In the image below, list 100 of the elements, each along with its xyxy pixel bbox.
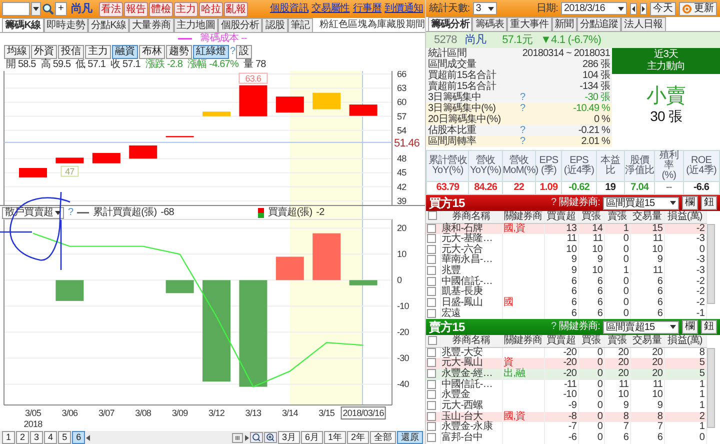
tool-button[interactable]: 投信 — [58, 45, 84, 59]
action-button[interactable]: 報告 — [124, 2, 148, 16]
nav-link[interactable]: 交易屬性 — [311, 3, 350, 15]
stock-name: 尚凡 — [464, 34, 486, 46]
column-header: ROE (近4季) — [683, 150, 720, 182]
checkbox[interactable] — [428, 336, 438, 345]
prev-arrow-icon[interactable] — [630, 2, 637, 14]
right-arrow-icon[interactable] — [244, 434, 249, 440]
tool-button[interactable]: 外資 — [31, 45, 57, 59]
tool-button[interactable]: 融資 — [112, 45, 138, 59]
tool-button[interactable]: 布林 — [139, 45, 165, 59]
range-button[interactable]: 1年 — [324, 431, 346, 444]
page-button[interactable]: 3 — [30, 431, 44, 444]
tab[interactable]: 大量券商 — [129, 18, 174, 32]
nav-link[interactable]: 到價通知 — [384, 3, 423, 15]
refresh-button[interactable]: 更新 — [679, 2, 717, 16]
scrollbar[interactable] — [706, 348, 714, 428]
legend-value: -68 — [160, 206, 174, 218]
checkbox[interactable] — [427, 234, 436, 244]
table-cell: 13 — [544, 223, 578, 234]
checkbox[interactable] — [427, 298, 436, 307]
toolbar-button[interactable]: 鈕 — [701, 196, 717, 210]
tab[interactable]: 新聞 — [552, 17, 577, 31]
tool-button[interactable]: 紅綠燈 — [193, 45, 229, 59]
table-cell: -20 — [544, 369, 578, 380]
range-button[interactable]: 6月 — [300, 431, 323, 444]
tool-button[interactable]: 主力 — [85, 45, 111, 59]
dropdown-button[interactable] — [31, 2, 41, 16]
tool-button[interactable]: 均線 — [4, 45, 30, 59]
tab[interactable]: 分點K線 — [88, 18, 130, 32]
range-button[interactable]: 3月 — [278, 431, 300, 444]
checkbox[interactable] — [427, 380, 436, 389]
tab[interactable]: 重大事件 — [507, 17, 552, 31]
tab[interactable]: 筆記 — [288, 18, 313, 32]
table-cell: 10 — [544, 244, 578, 256]
help-icon[interactable]: ? — [551, 197, 556, 209]
filter-dropdown[interactable]: 區間買超15 — [603, 196, 679, 210]
checkbox[interactable] — [427, 276, 436, 286]
table-cell: 0 — [578, 412, 604, 422]
page-button[interactable]: 1 — [2, 431, 16, 444]
add-button[interactable]: + — [55, 2, 67, 16]
tool-button[interactable]: 趨勢 — [166, 45, 192, 59]
checkbox[interactable] — [427, 412, 436, 421]
axis-tick-label: 60 — [397, 97, 406, 108]
action-button[interactable]: 主力 — [174, 2, 198, 16]
checkbox[interactable] — [427, 244, 436, 254]
stat-label: 買超前15名合計 — [428, 70, 498, 81]
stat-value: -10.49 % — [572, 103, 610, 114]
checkbox[interactable] — [427, 422, 436, 432]
page-button[interactable]: 5 — [58, 431, 72, 444]
search-field[interactable] — [2, 2, 30, 16]
checkbox[interactable] — [427, 369, 436, 378]
today-button[interactable]: 今天 — [650, 2, 676, 16]
table-cell: 2 — [664, 412, 706, 422]
checkbox[interactable] — [427, 308, 436, 318]
page-button[interactable]: 6 — [72, 431, 86, 444]
toolbar-button[interactable]: 欄 — [682, 196, 698, 210]
left-arrow-icon[interactable] — [86, 434, 92, 440]
date-field[interactable]: 2018/3/16 — [561, 2, 627, 15]
tab[interactable]: 籌碼K線 — [2, 18, 44, 32]
tab[interactable]: 分點追蹤 — [576, 17, 622, 31]
tab[interactable]: 法人日報 — [621, 17, 666, 31]
days-dropdown[interactable]: 3 — [472, 2, 497, 15]
table-cell: 0 — [578, 390, 604, 401]
nav-link[interactable]: 行事曆 — [352, 3, 382, 15]
tab[interactable]: 主力地圖 — [174, 18, 218, 32]
checkbox[interactable] — [427, 287, 436, 296]
checkbox[interactable] — [427, 358, 436, 368]
column-header: 賣張 — [604, 335, 630, 348]
search-icon[interactable] — [42, 3, 54, 15]
tab[interactable]: 個股分析 — [218, 18, 262, 32]
checkbox[interactable] — [427, 255, 436, 264]
checkbox[interactable] — [427, 432, 436, 442]
checkbox[interactable] — [428, 211, 438, 220]
table-cell: -3 — [664, 255, 706, 266]
toolbar-button[interactable]: 欄 — [682, 320, 698, 334]
range-button[interactable]: 還原 — [397, 431, 423, 444]
next-arrow-icon[interactable] — [640, 2, 647, 14]
range-button[interactable]: 全部 — [370, 431, 396, 444]
tab[interactable]: 認股 — [262, 18, 288, 32]
checkbox[interactable] — [427, 390, 436, 400]
tab[interactable]: 即時走勢 — [44, 18, 88, 32]
tab[interactable]: 籌碼表 — [472, 17, 508, 31]
page-button[interactable]: 4 — [44, 431, 58, 444]
page-button[interactable]: 2 — [16, 431, 30, 444]
checkbox[interactable] — [427, 400, 436, 410]
nav-link[interactable]: 個股資訊 — [270, 3, 308, 15]
zoom-out-icon[interactable] — [250, 432, 263, 443]
settings-button[interactable]: 設 — [236, 45, 252, 59]
tab[interactable]: 籌碼分析 — [428, 17, 472, 31]
action-button[interactable]: 哈拉 — [199, 2, 224, 16]
filter-dropdown[interactable]: 區間賣超15 — [603, 320, 679, 334]
scroll-handle-icon[interactable] — [232, 432, 243, 442]
zoom-in-icon[interactable] — [264, 432, 277, 443]
action-button[interactable]: 看法 — [99, 2, 124, 16]
action-button[interactable]: 體檢 — [149, 2, 174, 16]
checkbox[interactable] — [427, 266, 436, 276]
toolbar-button[interactable]: 鈕 — [701, 320, 717, 334]
range-button[interactable]: 2年 — [346, 431, 369, 444]
action-button[interactable]: 亂報 — [224, 2, 248, 16]
